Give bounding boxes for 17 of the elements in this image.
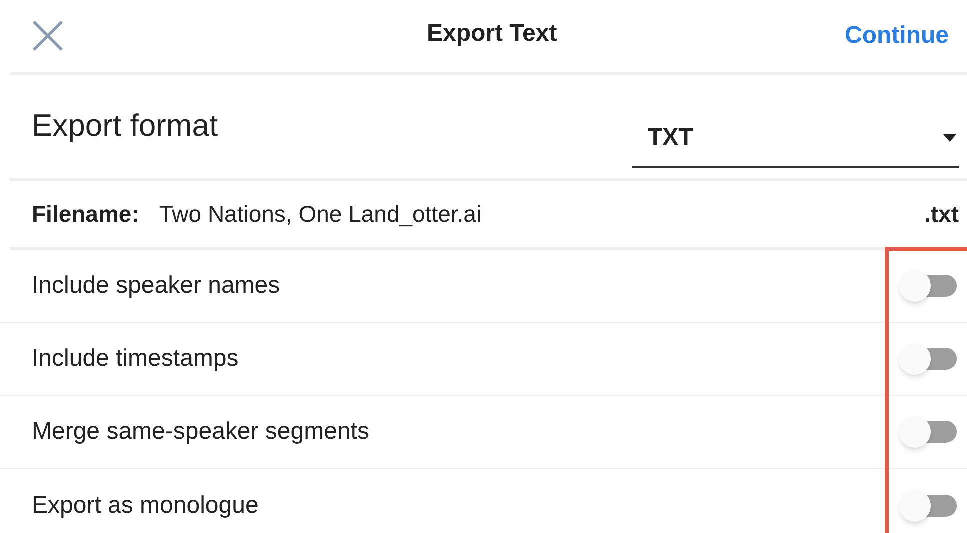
caret-icon <box>943 134 957 142</box>
option-label: Include timestamps <box>32 344 240 374</box>
dialog-title: Export Text <box>427 19 558 49</box>
toggle-switch[interactable] <box>899 416 959 448</box>
file-extension: .txt <box>924 200 959 229</box>
filename-value: Two Nations, One Land_otter.ai <box>159 200 483 229</box>
toggle-switch[interactable] <box>899 270 959 302</box>
toggle-switch[interactable] <box>899 490 959 522</box>
filename-label: Filename: <box>32 200 140 229</box>
option-label: Include speaker names <box>32 271 282 301</box>
option-label: Merge same-speaker segments <box>32 417 370 447</box>
continue-button[interactable]: Continue <box>845 18 949 54</box>
close-icon[interactable] <box>32 20 64 52</box>
format-dropdown[interactable]: TXT <box>632 110 959 168</box>
option-label: Export as monologue <box>32 490 260 520</box>
export-format-label: Export format <box>32 107 220 146</box>
toggle-switch[interactable] <box>899 343 959 375</box>
